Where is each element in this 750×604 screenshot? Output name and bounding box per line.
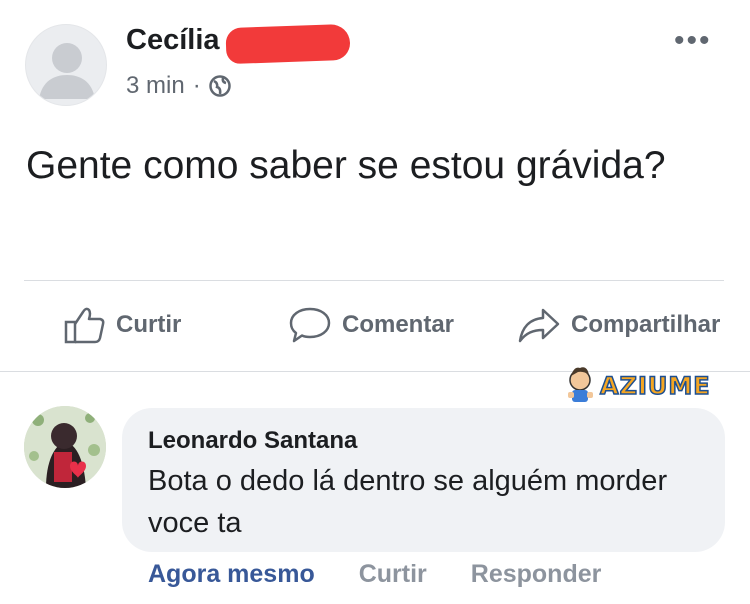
meta-separator: · <box>192 72 201 99</box>
speech-bubble-icon <box>289 307 331 343</box>
like-button[interactable]: Curtir <box>64 306 181 344</box>
post-time[interactable]: 3 min <box>126 72 185 100</box>
share-arrow-icon <box>518 308 560 343</box>
commenter-avatar[interactable] <box>24 406 106 488</box>
post-header: Cecília 3 min · ••• <box>0 0 750 120</box>
more-dots-icon[interactable]: ••• <box>674 24 712 58</box>
comment-actions: Agora mesmo Curtir Responder <box>148 560 601 589</box>
comment-label: Comentar <box>342 311 455 338</box>
post-actions: Curtir Comentar Compartilhar <box>0 300 750 354</box>
commenter-photo <box>24 406 106 488</box>
like-label: Curtir <box>116 311 182 338</box>
share-label: Compartilhar <box>571 311 721 338</box>
comment-bubble: Leonardo Santana Bota o dedo lá dentro s… <box>122 408 725 552</box>
redaction-mark <box>225 23 351 65</box>
default-avatar-icon <box>39 43 95 99</box>
watermark-text: AZIUME <box>599 371 711 401</box>
post-text: Gente como saber se estou grávida? <box>26 144 666 187</box>
thumbs-up-icon <box>64 307 105 344</box>
globe-icon <box>208 75 231 97</box>
comment-like-button[interactable]: Curtir <box>359 560 427 589</box>
comment-reply-button[interactable]: Responder <box>471 560 602 589</box>
divider <box>24 280 724 281</box>
comment-author[interactable]: Leonardo Santana <box>148 424 699 458</box>
author-avatar[interactable] <box>25 24 107 106</box>
post-meta: 3 min · <box>126 72 231 100</box>
share-button[interactable]: Compartilhar <box>517 306 720 344</box>
comment-button[interactable]: Comentar <box>288 306 454 344</box>
comment-time[interactable]: Agora mesmo <box>148 560 315 589</box>
comment-text: Bota o dedo lá dentro se alguém morder v… <box>148 465 668 539</box>
post-author[interactable]: Cecília <box>126 24 220 57</box>
watermark-logo: AZIUME <box>560 362 710 406</box>
